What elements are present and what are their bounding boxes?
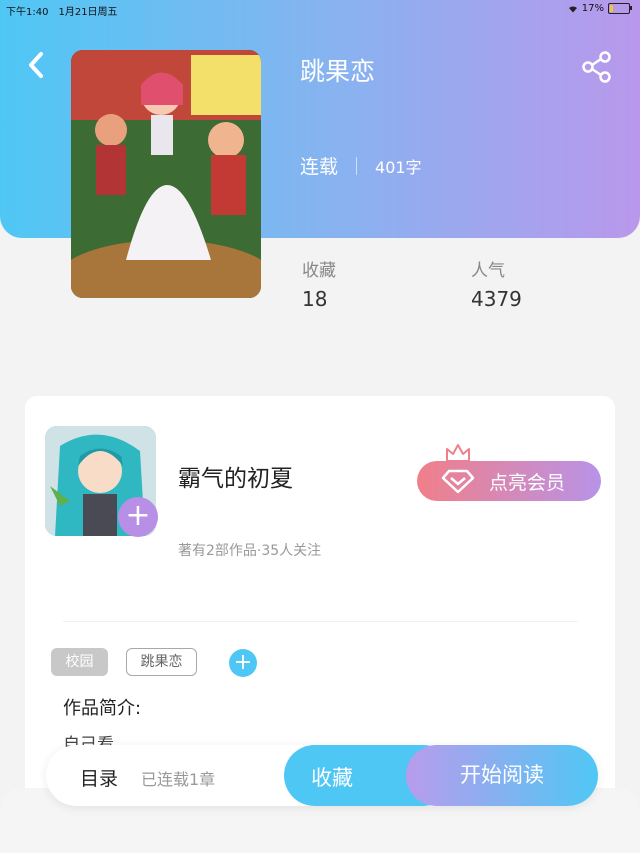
intro-label: 作品简介: bbox=[63, 698, 142, 719]
diamond-icon bbox=[441, 469, 475, 494]
word-count: 401字 bbox=[375, 157, 422, 177]
book-meta: 连载 401字 bbox=[300, 152, 422, 179]
favorites-label: 收藏 bbox=[302, 261, 336, 281]
status-date: 1月21日周五 bbox=[58, 7, 118, 18]
tag-campus[interactable]: 校园 bbox=[51, 648, 108, 676]
start-reading-button[interactable]: 开始阅读 bbox=[406, 745, 598, 806]
chapter-count: 已连载1章 bbox=[141, 770, 216, 789]
status-time: 下午1:40 bbox=[6, 7, 49, 18]
battery-icon bbox=[608, 3, 632, 14]
divider bbox=[63, 621, 578, 622]
book-title: 跳果恋 bbox=[300, 57, 376, 86]
follow-author-button[interactable]: + bbox=[118, 497, 158, 537]
wifi-icon bbox=[568, 5, 577, 12]
favorites-count: 18 bbox=[302, 287, 328, 311]
vip-button[interactable]: 点亮会员 bbox=[417, 461, 601, 501]
status-bar: 下午1:40 1月21日周五 17% bbox=[0, 0, 640, 18]
battery-percent: 17% bbox=[581, 3, 604, 14]
favorite-label: 收藏 bbox=[311, 766, 353, 790]
chevron-left-icon[interactable] bbox=[22, 48, 52, 82]
vip-label: 点亮会员 bbox=[489, 471, 566, 494]
popularity-count: 4379 bbox=[471, 287, 522, 311]
toc-button[interactable]: 目录 bbox=[80, 764, 118, 791]
author-name: 霸气的初夏 bbox=[178, 466, 293, 492]
tag-book[interactable]: 跳果恋 bbox=[126, 648, 197, 676]
popularity-label: 人气 bbox=[471, 261, 505, 281]
author-meta: 著有2部作品·35人关注 bbox=[178, 543, 322, 559]
meta-divider bbox=[356, 156, 358, 175]
add-tag-button[interactable]: + bbox=[229, 649, 257, 677]
book-cover bbox=[71, 50, 261, 298]
serial-status: 连载 bbox=[300, 156, 339, 178]
share-icon[interactable] bbox=[580, 50, 614, 84]
